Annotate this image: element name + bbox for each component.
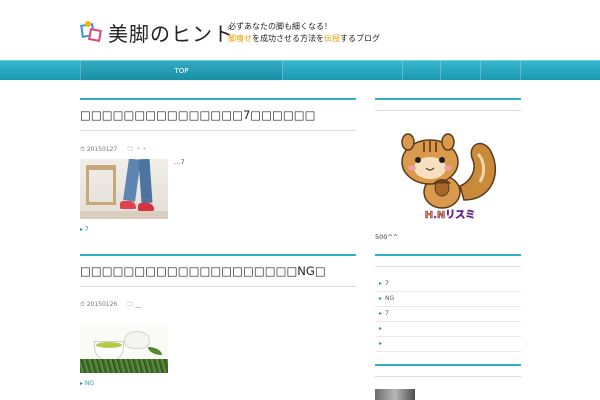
nav-divider — [282, 61, 283, 81]
post-date: ⏱ 20150126 — [80, 301, 118, 308]
post-entry: □□□□□□□□□□□□□□□□□□□□NG□ ⏱ 20150126 🗀 __ — [80, 254, 356, 310]
post-title-divider — [80, 286, 356, 287]
nav-divider — [480, 61, 481, 81]
sidebar-thumbnail[interactable] — [375, 389, 415, 400]
profile-text: 500^^ — [375, 233, 399, 241]
tagline-line-2: 脚痩せを成功させる方法を伝授するブログ — [228, 33, 380, 45]
site-header: 美脚のヒント 必ずあなたの脚も細くなる！ 脚痩せを成功させる方法を伝授するブログ — [0, 0, 600, 60]
arrow-icon: ▸ — [379, 340, 383, 347]
sidebar-divider — [375, 376, 521, 377]
arrow-icon: ▸ — [379, 295, 383, 302]
nav-divider — [402, 61, 403, 81]
folder-icon: 🗀 — [127, 301, 134, 308]
sidebar-link[interactable]: ▸ 7 — [375, 307, 521, 322]
post-entry: □□□□□□□□□□□□□□□7□□□□□□ ⏱ 20150127 🗀 ・・ — [80, 98, 356, 155]
nav-divider — [520, 61, 521, 81]
sidebar-link[interactable]: ▸ NG — [375, 292, 521, 307]
post-tag[interactable]: ▸ NG — [80, 380, 94, 387]
nav-divider — [440, 61, 441, 81]
sidebar-top-rule — [375, 254, 521, 256]
post-top-rule — [80, 98, 356, 100]
sidebar-divider — [375, 266, 521, 267]
site-logo[interactable]: 美脚のヒント — [80, 18, 234, 47]
tagline-highlight-1: 脚痩せ — [228, 34, 252, 43]
post-meta: ⏱ 20150127 🗀 ・・ — [80, 144, 356, 155]
squirrel-mascot-icon: H.Nリスミ — [401, 133, 497, 221]
arrow-icon: ▸ — [379, 310, 383, 317]
tagline-highlight-2: 伝授 — [324, 34, 340, 43]
sidebar-top-rule — [375, 364, 521, 366]
sidebar-link[interactable]: ▸ 7 — [375, 277, 521, 292]
post-title-divider — [80, 130, 356, 131]
post-category[interactable]: 🗀 __ — [127, 300, 141, 310]
tagline-text-2: するブログ — [340, 34, 380, 43]
clock-icon: ⏱ — [80, 301, 85, 308]
sidebar-top-rule — [375, 98, 521, 100]
sidebar-link[interactable]: ▸ — [375, 337, 521, 352]
site-tagline: 必ずあなたの脚も細くなる！ 脚痩せを成功させる方法を伝授するブログ — [228, 21, 380, 45]
sidebar-link[interactable]: ▸ — [375, 322, 521, 337]
post-meta: ⏱ 20150126 🗀 __ — [80, 300, 356, 310]
nav-item-top[interactable]: TOP — [80, 61, 282, 81]
tagline-text-1: を成功させる方法を — [252, 34, 324, 43]
arrow-icon: ▸ — [379, 280, 383, 287]
post-thumbnail[interactable] — [80, 159, 168, 219]
post-date: ⏱ 20150127 — [80, 145, 118, 153]
sidebar-divider — [375, 110, 521, 111]
post-category[interactable]: 🗀 ・・ — [127, 144, 147, 155]
global-nav: TOP — [0, 60, 600, 81]
folder-icon: 🗀 — [127, 146, 134, 153]
post-title[interactable]: □□□□□□□□□□□□□□□□□□□□NG□ — [80, 264, 356, 278]
logo-icon — [80, 20, 104, 44]
arrow-icon: ▸ — [379, 325, 383, 332]
post-title[interactable]: □□□□□□□□□□□□□□□7□□□□□□ — [80, 108, 356, 122]
post-top-rule — [80, 254, 356, 256]
post-excerpt: …7 — [174, 158, 185, 166]
tagline-line-1: 必ずあなたの脚も細くなる！ — [228, 22, 332, 31]
post-tag[interactable]: ▸ 7 — [80, 226, 89, 233]
mascot-label: H.Nリスミ — [425, 209, 476, 221]
site-title[interactable]: 美脚のヒント — [108, 18, 234, 47]
post-thumbnail[interactable] — [80, 325, 168, 373]
clock-icon: ⏱ — [80, 145, 85, 153]
